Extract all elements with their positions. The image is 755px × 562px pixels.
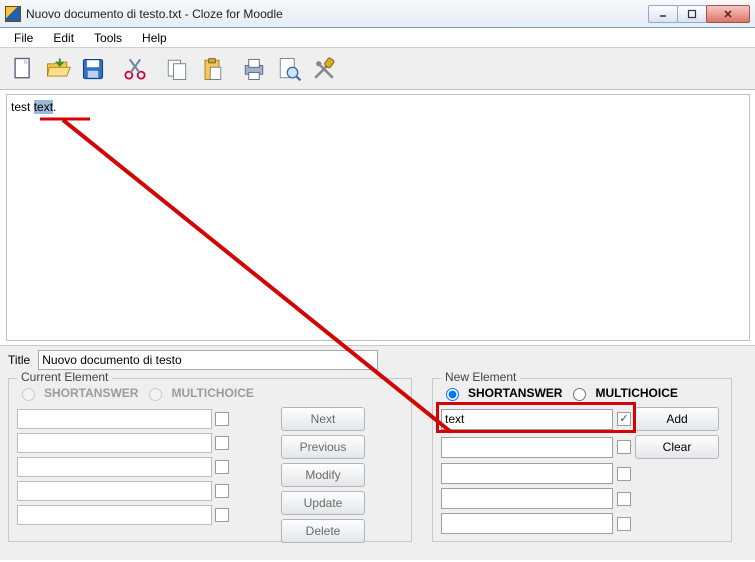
new-shortanswer-radio[interactable]: [446, 388, 459, 401]
delete-button[interactable]: Delete: [281, 519, 365, 543]
modify-button[interactable]: Modify: [281, 463, 365, 487]
new-check-4[interactable]: [617, 492, 631, 506]
menubar: File Edit Tools Help: [0, 28, 755, 48]
title-input[interactable]: [38, 350, 378, 370]
current-answer-5[interactable]: [17, 505, 212, 525]
save-button[interactable]: [76, 52, 110, 86]
new-check-3[interactable]: [617, 467, 631, 481]
new-answer-3[interactable]: [441, 463, 613, 484]
copy-button[interactable]: [160, 52, 194, 86]
new-check-2[interactable]: [617, 440, 631, 454]
cut-button[interactable]: [118, 52, 152, 86]
current-shortanswer-radio: [22, 388, 35, 401]
new-multichoice-label: MULTICHOICE: [595, 386, 677, 400]
current-shortanswer-label: SHORTANSWER: [44, 386, 138, 400]
menu-file[interactable]: File: [6, 29, 41, 47]
current-element-group: Current Element SHORTANSWER MULTICHOICE: [8, 378, 412, 542]
new-element-group: New Element SHORTANSWER MULTICHOICE Add …: [432, 378, 732, 542]
titlebar: Nuovo documento di testo.txt - Cloze for…: [0, 0, 755, 28]
paste-button[interactable]: [195, 52, 229, 86]
new-multichoice-radio[interactable]: [573, 388, 586, 401]
current-check-1[interactable]: [215, 412, 229, 426]
current-multichoice-radio: [149, 388, 162, 401]
current-legend: Current Element: [17, 370, 112, 384]
new-answer-5[interactable]: [441, 513, 613, 534]
app-icon: [5, 6, 21, 22]
add-button[interactable]: Add: [635, 407, 719, 431]
close-button[interactable]: [706, 5, 750, 23]
current-answer-2[interactable]: [17, 433, 212, 453]
print-button[interactable]: [237, 52, 271, 86]
menu-help[interactable]: Help: [134, 29, 175, 47]
update-button[interactable]: Update: [281, 491, 365, 515]
new-file-button[interactable]: [6, 52, 40, 86]
current-check-4[interactable]: [215, 484, 229, 498]
title-label: Title: [8, 353, 30, 367]
current-check-5[interactable]: [215, 508, 229, 522]
window-title: Nuovo documento di testo.txt - Cloze for…: [26, 7, 649, 21]
new-legend: New Element: [441, 370, 520, 384]
minimize-button[interactable]: [648, 5, 678, 23]
editor-text-after: .: [53, 100, 56, 114]
menu-tools[interactable]: Tools: [86, 29, 130, 47]
new-shortanswer-label: SHORTANSWER: [468, 386, 562, 400]
clear-button[interactable]: Clear: [635, 435, 719, 459]
settings-button[interactable]: [307, 52, 341, 86]
new-answer-input[interactable]: [441, 409, 613, 430]
new-first-check[interactable]: [617, 412, 631, 426]
current-answer-3[interactable]: [17, 457, 212, 477]
current-answer-4[interactable]: [17, 481, 212, 501]
toolbar: [0, 48, 755, 90]
preview-button[interactable]: [272, 52, 306, 86]
current-answer-1[interactable]: [17, 409, 212, 429]
current-multichoice-label: MULTICHOICE: [171, 386, 253, 400]
new-check-5[interactable]: [617, 517, 631, 531]
maximize-button[interactable]: [677, 5, 707, 23]
menu-edit[interactable]: Edit: [45, 29, 82, 47]
open-file-button[interactable]: [41, 52, 75, 86]
editor-text-selected: text: [34, 100, 53, 114]
editor-textarea[interactable]: test text.: [6, 94, 750, 341]
editor-text-before: test: [11, 100, 34, 114]
new-answer-2[interactable]: [441, 437, 613, 458]
current-check-3[interactable]: [215, 460, 229, 474]
new-answer-4[interactable]: [441, 488, 613, 509]
current-check-2[interactable]: [215, 436, 229, 450]
previous-button[interactable]: Previous: [281, 435, 365, 459]
next-button[interactable]: Next: [281, 407, 365, 431]
